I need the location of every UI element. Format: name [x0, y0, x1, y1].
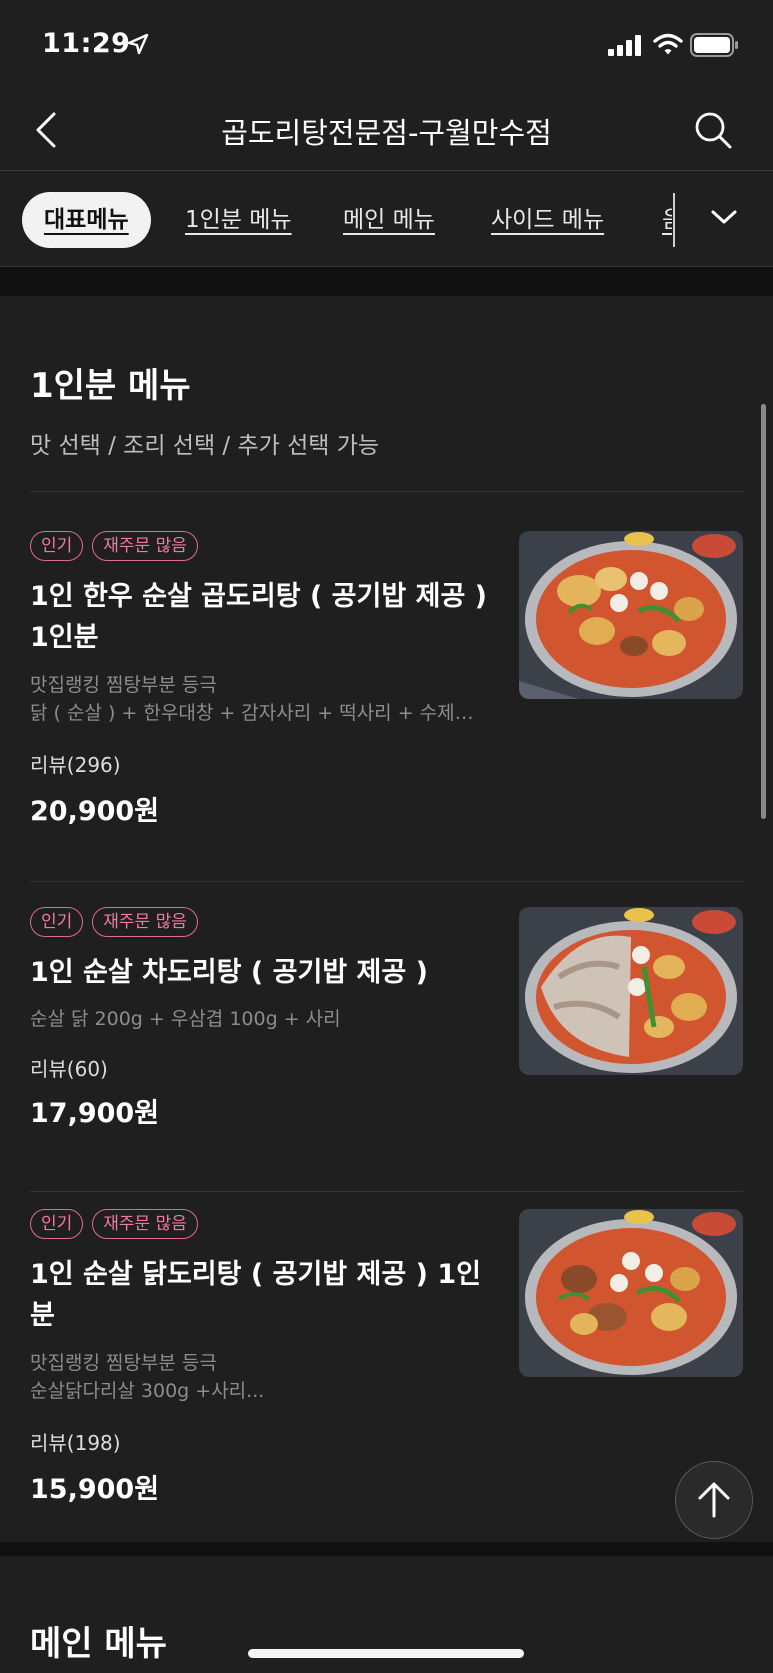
menu-item-price: 20,900원 [30, 796, 160, 827]
menu-item-name: 1인 순살 닭도리탕 ( 공기밥 제공 ) 1인분 [30, 1259, 481, 1331]
category-tabs: 대표메뉴 1인분 메뉴 메인 메뉴 사이드 메뉴 음 [0, 171, 773, 267]
popular-badge: 인기 [30, 531, 84, 561]
section-divider [30, 491, 743, 492]
menu-item-description: 순살 닭 200g + 우삼겹 100g + 사리 [30, 1008, 341, 1030]
item-divider [30, 881, 743, 882]
food-image [519, 907, 743, 1075]
tab-featured[interactable]: 대표메뉴 [22, 192, 151, 248]
arrow-up-icon [698, 1482, 730, 1518]
wifi-icon [653, 33, 683, 55]
menu-item-name: 1인 한우 순살 곱도리탕 ( 공기밥 제공 ) 1인분 [30, 581, 488, 653]
reorder-badge: 재주문 많음 [92, 907, 198, 937]
navigation-bar: 곱도리탕전문점-구월만수점 [0, 90, 773, 171]
tab-drink[interactable]: 음 [662, 192, 672, 248]
section-gap [0, 267, 773, 296]
tab-side[interactable]: 사이드 메뉴 [491, 192, 604, 248]
scrollbar[interactable] [761, 404, 766, 819]
tab-divider [673, 193, 675, 247]
status-time: 11:29 [42, 28, 131, 59]
section-title: 1인분 메뉴 [30, 366, 191, 406]
section-gap [0, 1542, 773, 1556]
badge-group: 인기 재주문 많음 [30, 531, 198, 561]
popular-badge: 인기 [30, 907, 84, 937]
menu-item-description: 맛집랭킹 찜탕부분 등극 [30, 674, 217, 696]
item-divider [30, 1191, 743, 1192]
badge-group: 인기 재주문 많음 [30, 907, 198, 937]
tab-main[interactable]: 메인 메뉴 [343, 192, 435, 248]
menu-item[interactable]: 인기 재주문 많음 1인 한우 순살 곱도리탕 ( 공기밥 제공 ) 1인분 맛… [0, 531, 773, 861]
menu-item-price: 17,900원 [30, 1098, 160, 1129]
menu-item-review-count: 리뷰(296) [30, 753, 121, 777]
food-image [519, 1209, 743, 1377]
food-image [519, 531, 743, 699]
menu-item-review-count: 리뷰(60) [30, 1057, 108, 1081]
section-title: 메인 메뉴 [30, 1624, 167, 1664]
tab-single-serving[interactable]: 1인분 메뉴 [185, 192, 292, 248]
badge-group: 인기 재주문 많음 [30, 1209, 198, 1239]
reorder-badge: 재주문 많음 [92, 1209, 198, 1239]
signal-icon [608, 35, 641, 56]
reorder-badge: 재주문 많음 [92, 531, 198, 561]
location-arrow-icon [127, 33, 149, 55]
scroll-to-top-button[interactable] [675, 1461, 753, 1539]
battery-icon [690, 33, 738, 57]
menu-item-review-count: 리뷰(198) [30, 1431, 121, 1455]
menu-item-description: 순살닭다리살 300g +사리... [30, 1380, 265, 1402]
menu-item-name: 1인 순살 차도리탕 ( 공기밥 제공 ) [30, 957, 428, 988]
home-indicator [248, 1649, 524, 1658]
popular-badge: 인기 [30, 1209, 84, 1239]
page-title: 곱도리탕전문점-구월만수점 [221, 116, 552, 150]
section-description: 맛 선택 / 조리 선택 / 추가 선택 가능 [30, 433, 380, 459]
menu-item[interactable]: 인기 재주문 많음 1인 순살 차도리탕 ( 공기밥 제공 ) 순살 닭 200… [0, 907, 773, 1167]
menu-item-price: 15,900원 [30, 1474, 160, 1505]
status-bar: 11:29 [0, 0, 773, 90]
back-chevron-icon[interactable] [30, 110, 66, 150]
menu-item-description: 닭 ( 순살 ) + 한우대창 + 감자사리 + 떡사리 + 수제… [30, 702, 474, 724]
menu-item-description: 맛집랭킹 찜탕부분 등극 [30, 1352, 217, 1374]
search-icon[interactable] [693, 110, 733, 150]
menu-section-single: 1인분 메뉴 맛 선택 / 조리 선택 / 추가 선택 가능 인기 재주문 많음… [0, 296, 773, 1542]
menu-item[interactable]: 인기 재주문 많음 1인 순살 닭도리탕 ( 공기밥 제공 ) 1인분 맛집랭킹… [0, 1209, 773, 1529]
chevron-down-icon[interactable] [710, 207, 738, 227]
